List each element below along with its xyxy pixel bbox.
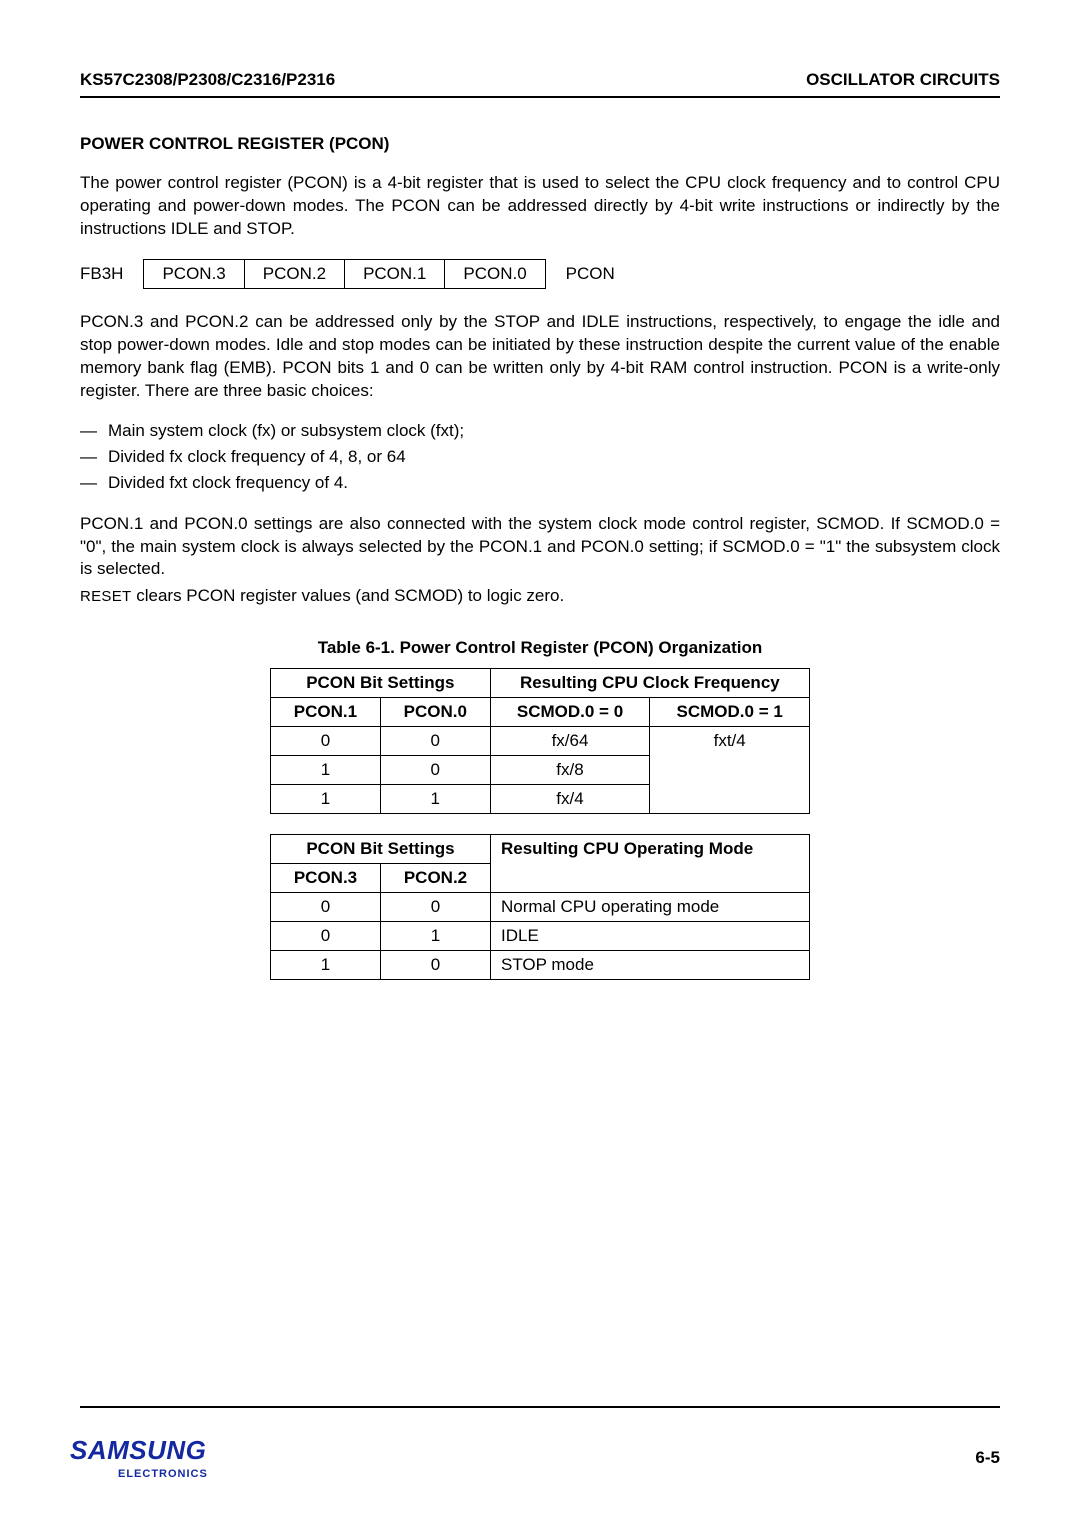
table-pcon-clock: PCON Bit Settings Resulting CPU Clock Fr… [270,668,810,814]
register-bit-2: PCON.2 [245,260,345,288]
table-subheader: PCON.0 [380,698,490,727]
table-subheader: SCMOD.0 = 0 [490,698,650,727]
table-cell: 0 [381,893,491,922]
table-cell: 0 [271,893,381,922]
register-bit-3: PCON.3 [144,260,244,288]
paragraph-pcon10: PCON.1 and PCON.0 settings are also conn… [80,513,1000,582]
page-number: 6-5 [975,1448,1000,1468]
bullet-text: Divided fxt clock frequency of 4. [108,473,348,493]
table-subheader: SCMOD.0 = 1 [650,698,810,727]
header-left: KS57C2308/P2308/C2316/P2316 [80,70,335,90]
register-address: FB3H [80,264,123,284]
table-row: 0 1 IDLE [271,922,810,951]
register-bit-0: PCON.0 [445,260,544,288]
table-row: 0 0 fx/64 fxt/4 [271,727,810,756]
table-cell: fx/4 [490,785,650,814]
list-item: —Divided fx clock frequency of 4, 8, or … [80,447,1000,467]
table-row: 1 0 STOP mode [271,951,810,980]
table-cell: IDLE [491,922,810,951]
list-item: —Main system clock (fx) or subsystem clo… [80,421,1000,441]
table-cell: 0 [271,922,381,951]
bullet-dash-icon: — [80,447,108,467]
bullet-dash-icon: — [80,473,108,493]
register-bits: PCON.3 PCON.2 PCON.1 PCON.0 [143,259,545,289]
reset-remainder: clears PCON register values (and SCMOD) … [132,586,565,605]
header-right: OSCILLATOR CIRCUITS [806,70,1000,90]
reset-smallcaps: RESET [80,588,132,605]
table-cell: fxt/4 [650,727,810,814]
table-caption: Table 6-1. Power Control Register (PCON)… [80,638,1000,658]
table-cell: 1 [271,785,381,814]
table-subheader: PCON.2 [381,864,491,893]
table-header: Resulting CPU Operating Mode [491,835,810,893]
table-header: PCON Bit Settings [271,669,491,698]
bullet-dash-icon: — [80,421,108,441]
samsung-logo: SAMSUNG [70,1435,208,1466]
list-item: —Divided fxt clock frequency of 4. [80,473,1000,493]
table-subheader: PCON.3 [271,864,381,893]
footer-rule [80,1406,1000,1408]
table-cell: 0 [271,727,381,756]
table-row: 0 0 Normal CPU operating mode [271,893,810,922]
table-cell: 0 [380,727,490,756]
table-cell: 0 [381,951,491,980]
page-header: KS57C2308/P2308/C2316/P2316 OSCILLATOR C… [80,70,1000,98]
table-cell: fx/8 [490,756,650,785]
footer-logo: SAMSUNG ELECTRONICS [70,1435,208,1480]
table-cell: 1 [381,922,491,951]
table-pcon-mode: PCON Bit Settings Resulting CPU Operatin… [270,834,810,980]
table-subheader: PCON.1 [271,698,381,727]
table-cell: Normal CPU operating mode [491,893,810,922]
register-name: PCON [566,264,615,284]
paragraph-intro: The power control register (PCON) is a 4… [80,172,1000,241]
table-header: PCON Bit Settings [271,835,491,864]
table-cell: 0 [380,756,490,785]
section-title: POWER CONTROL REGISTER (PCON) [80,134,1000,154]
table-cell: 1 [271,951,381,980]
table-cell: 1 [271,756,381,785]
bullet-text: Main system clock (fx) or subsystem cloc… [108,421,464,441]
table-header: Resulting CPU Clock Frequency [490,669,809,698]
table-cell: fx/64 [490,727,650,756]
paragraph-reset: RESET clears PCON register values (and S… [80,585,1000,608]
bullet-list: —Main system clock (fx) or subsystem clo… [80,421,1000,493]
register-diagram: FB3H PCON.3 PCON.2 PCON.1 PCON.0 PCON [80,259,1000,289]
bullet-text: Divided fx clock frequency of 4, 8, or 6… [108,447,406,467]
samsung-electronics-text: ELECTRONICS [118,1468,208,1480]
register-bit-1: PCON.1 [345,260,445,288]
paragraph-pcon32: PCON.3 and PCON.2 can be addressed only … [80,311,1000,403]
table-cell: 1 [380,785,490,814]
table-cell: STOP mode [491,951,810,980]
